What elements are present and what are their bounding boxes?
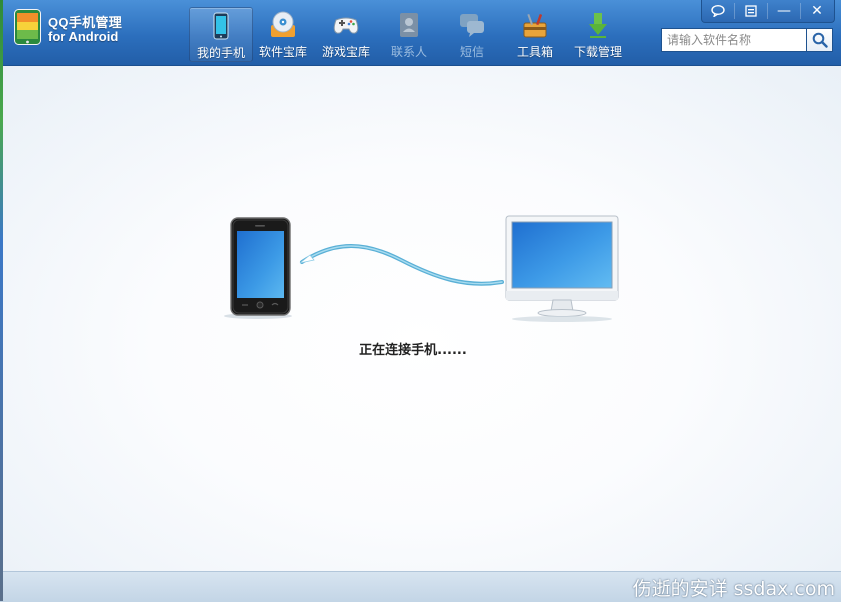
nav-contacts[interactable]: 联系人 [378,7,440,60]
nav-label: 游戏宝库 [321,45,370,59]
app-window: QQ手机管理 for Android 我的手机 软件宝库 游戏宝库 联系人 短信… [0,0,841,602]
app-logo-icon [14,9,41,45]
toolbox-icon [520,11,550,39]
nav-label: 我的手机 [196,46,245,60]
computer-monitor-icon [503,215,621,323]
menu-icon [745,5,757,17]
close-icon: ✕ [811,3,823,19]
nav-toolbox[interactable]: 工具箱 [504,7,566,60]
desktop-edge [0,0,3,601]
connection-cable-icon [296,236,506,296]
search-box [661,28,833,52]
phone-icon [206,12,236,40]
nav-label: 软件宝库 [258,45,307,59]
phone-illustration-icon [222,217,294,321]
titlebar: QQ手机管理 for Android 我的手机 软件宝库 游戏宝库 联系人 短信… [0,0,841,66]
feedback-button[interactable] [702,0,734,22]
connection-status: 正在连接手机...... [359,343,467,358]
minimize-icon: — [777,3,791,19]
status-bar: 伤逝的安详 ssdax.com [0,571,841,602]
nav-label: 短信 [459,45,484,59]
close-button[interactable]: ✕ [801,0,833,22]
download-arrow-icon [583,11,613,39]
search-input[interactable] [661,28,807,52]
software-disc-icon [268,11,298,39]
gamepad-icon [331,11,361,39]
feedback-bubble-icon [711,5,725,17]
watermark-text: 伤逝的安详 ssdax.com [632,578,835,600]
nav-sms[interactable]: 短信 [441,7,503,60]
sms-bubble-icon [457,11,487,39]
app-subtitle: for Android [48,29,119,44]
search-button[interactable] [806,28,833,52]
nav-label: 联系人 [390,45,427,59]
nav-games[interactable]: 游戏宝库 [315,7,377,60]
minimize-button[interactable]: — [768,0,800,22]
contacts-book-icon [394,11,424,39]
window-controls: — ✕ [701,0,835,23]
search-icon [812,32,828,48]
nav-my-phone[interactable]: 我的手机 [189,7,253,62]
main-content [0,66,841,571]
menu-button[interactable] [735,0,767,22]
nav-label: 工具箱 [516,45,553,59]
nav-downloads[interactable]: 下载管理 [567,7,629,60]
nav-label: 下载管理 [573,45,622,59]
nav-software[interactable]: 软件宝库 [252,7,314,60]
